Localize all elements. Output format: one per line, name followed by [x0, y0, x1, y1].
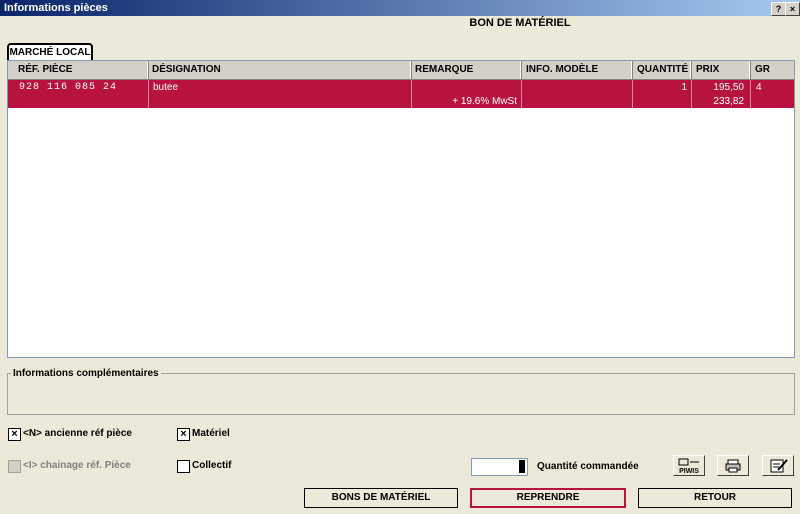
piwis-button[interactable]: PIWIS — [673, 455, 705, 476]
printer-icon — [725, 459, 741, 473]
cell-quantite: 1 — [681, 82, 687, 93]
col-separator[interactable] — [410, 61, 412, 79]
chainage-checkbox[interactable] — [8, 460, 21, 473]
help-button[interactable]: ? — [771, 2, 786, 16]
quantity-label: Quantité commandée — [537, 461, 639, 472]
col-designation[interactable]: DÉSIGNATION — [152, 64, 221, 75]
cell-prix: 195,50 — [713, 82, 744, 93]
col-separator[interactable] — [690, 61, 692, 79]
print-button[interactable] — [717, 455, 749, 476]
col-prix[interactable]: PRIX — [696, 64, 719, 75]
collectif-checkbox[interactable] — [177, 460, 190, 473]
col-separator[interactable] — [520, 61, 522, 79]
cell-ref: 928 116 085 24 — [19, 82, 118, 93]
parts-table: RÉF. PIÈCE DÉSIGNATION REMARQUE INFO. MO… — [7, 60, 795, 358]
col-separator[interactable] — [631, 61, 633, 79]
table-row[interactable]: 928 116 085 24 butee + 19.6% MwSt 1 195,… — [8, 80, 794, 108]
table-header: RÉF. PIÈCE DÉSIGNATION REMARQUE INFO. MO… — [8, 61, 794, 80]
retour-button[interactable]: RETOUR — [638, 488, 792, 508]
row-separator — [750, 80, 751, 108]
info-complementaires-box — [7, 373, 795, 415]
cell-remarque: + 19.6% MwSt — [452, 96, 517, 107]
collectif-label: Collectif — [192, 460, 232, 471]
col-quantite[interactable]: QUANTITÉ — [637, 64, 688, 75]
cell-gr: 4 — [756, 82, 762, 93]
ancienne-ref-label: <N> ancienne réf pièce — [23, 428, 132, 439]
page-heading: BON DE MATÉRIEL — [469, 17, 571, 29]
edit-icon — [770, 459, 788, 473]
col-ref[interactable]: RÉF. PIÈCE — [18, 64, 72, 75]
info-complementaires-label: Informations complémentaires — [11, 368, 161, 379]
cell-prix-ttc: 233,82 — [713, 96, 744, 107]
close-button[interactable]: × — [785, 2, 800, 16]
ancienne-ref-checkbox[interactable]: × — [8, 428, 21, 441]
tab-marche-local[interactable]: MARCHÉ LOCAL — [7, 43, 93, 60]
piwis-icon: PIWIS — [678, 458, 699, 475]
edit-button[interactable] — [762, 455, 794, 476]
reprendre-button[interactable]: REPRENDRE — [470, 488, 626, 508]
row-separator — [521, 80, 522, 108]
materiel-label: Matériel — [192, 428, 230, 439]
bons-de-materiel-button[interactable]: BONS DE MATÉRIEL — [304, 488, 458, 508]
col-gr[interactable]: GR — [755, 64, 770, 75]
col-separator[interactable] — [147, 61, 149, 79]
col-remarque[interactable]: REMARQUE — [415, 64, 473, 75]
text-caret — [519, 460, 525, 473]
row-separator — [148, 80, 149, 108]
col-info-modele[interactable]: INFO. MODÈLE — [526, 64, 598, 75]
piwis-text: PIWIS — [679, 468, 699, 475]
materiel-checkbox[interactable]: × — [177, 428, 190, 441]
col-separator[interactable] — [749, 61, 751, 79]
title-bar: Informations pièces ? × — [0, 0, 800, 16]
window-title: Informations pièces — [4, 2, 108, 14]
cell-designation: butee — [153, 82, 179, 93]
quantity-input[interactable] — [471, 458, 528, 476]
chainage-label: <I> chainage réf. Pièce — [23, 460, 131, 471]
